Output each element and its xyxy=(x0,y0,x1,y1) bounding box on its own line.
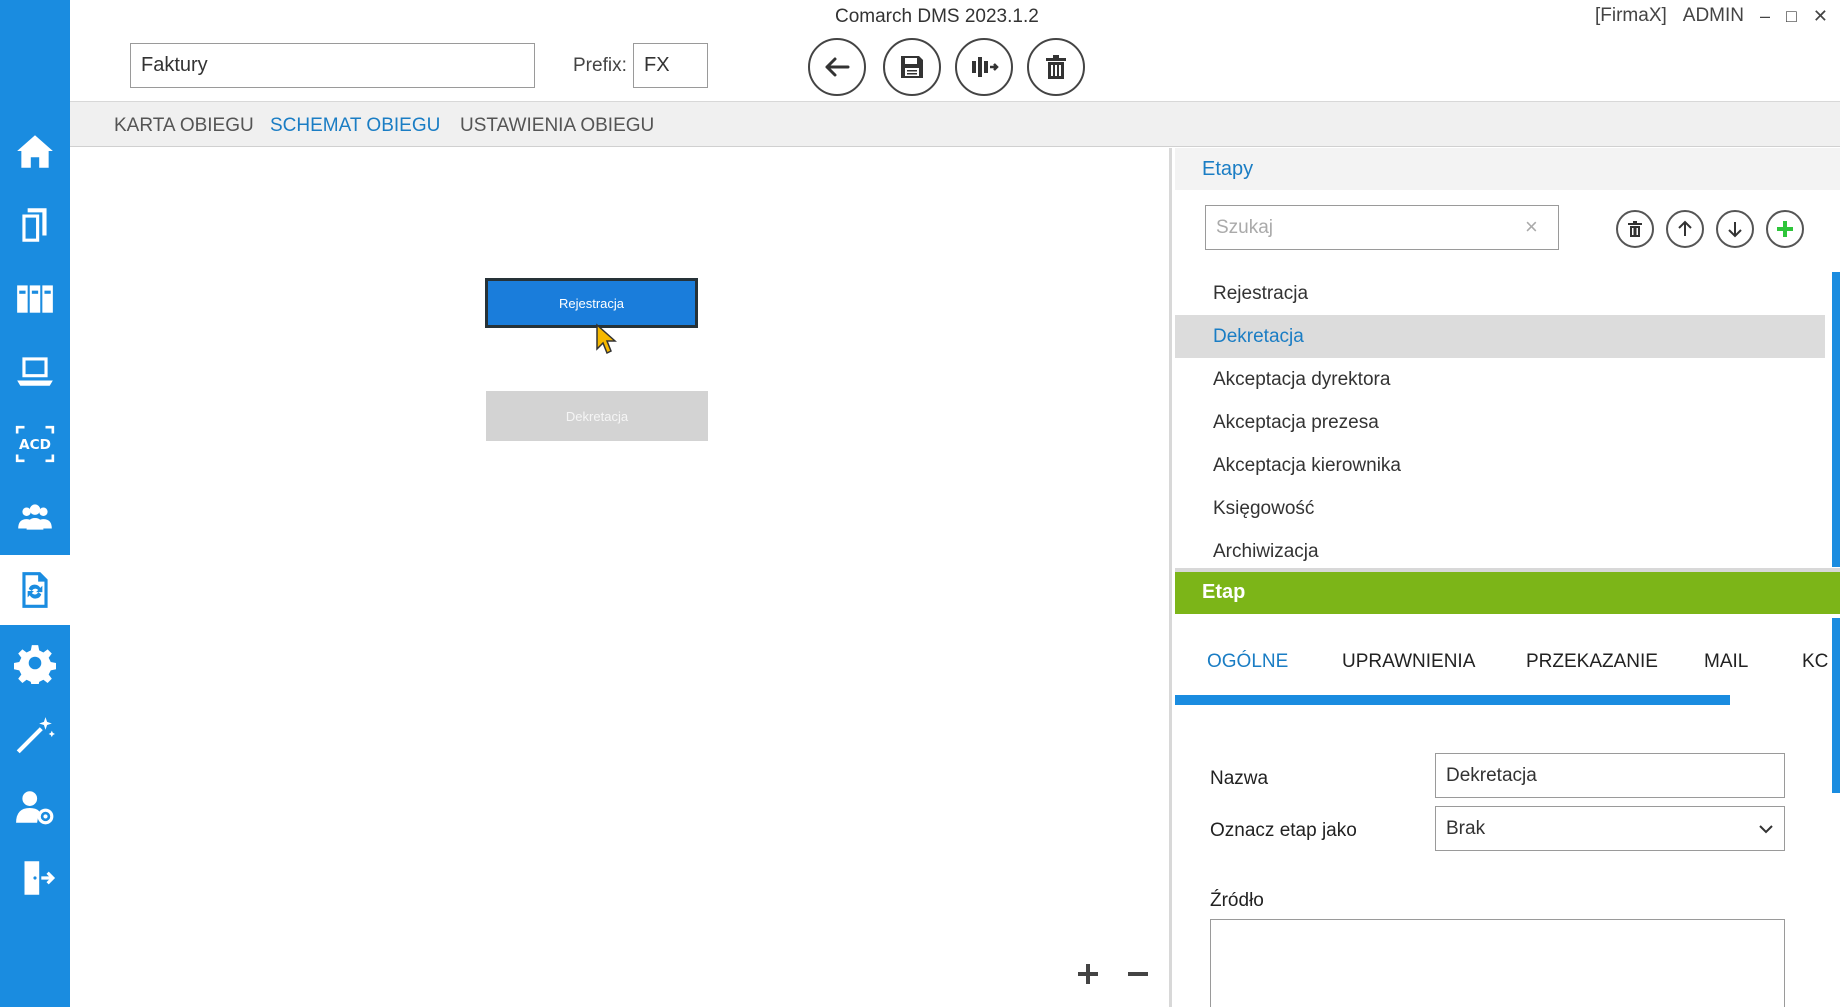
list-item[interactable]: Akceptacja kierownika xyxy=(1175,444,1825,487)
binders-icon xyxy=(17,285,53,313)
mark-stage-label: Oznacz etap jako xyxy=(1210,820,1357,841)
sidebar-item-users[interactable] xyxy=(0,482,70,552)
app-window: ACD Comarch DMS 2023.1.2 [FirmaX] ADMIN … xyxy=(0,0,1840,1007)
diagram-node-dekretacja[interactable]: Dekretacja xyxy=(486,391,708,441)
source-label: Źródło xyxy=(1210,890,1264,911)
stages-title: Etapy xyxy=(1202,158,1254,180)
move-down-button[interactable] xyxy=(1716,210,1754,248)
sidebar-item-documents[interactable] xyxy=(0,190,70,260)
sidebar-item-laptop[interactable] xyxy=(0,336,70,406)
sidebar: ACD xyxy=(0,0,70,1007)
back-button[interactable] xyxy=(808,38,866,96)
tab-schemat-obiegu[interactable]: SCHEMAT OBIEGU xyxy=(270,115,440,137)
window-title: Comarch DMS 2023.1.2 xyxy=(835,6,1039,27)
back-arrow-icon xyxy=(825,57,850,77)
tab-przekazanie[interactable]: PRZEKAZANIE xyxy=(1526,651,1658,673)
workflow-tabs: KARTA OBIEGU SCHEMAT OBIEGU USTAWIENIA O… xyxy=(70,101,1840,147)
mark-stage-select[interactable]: Brak xyxy=(1435,806,1785,851)
company-label[interactable]: [FirmaX] xyxy=(1595,5,1667,27)
tab-mail[interactable]: MAIL xyxy=(1704,651,1748,673)
list-item[interactable]: Księgowość xyxy=(1175,487,1825,530)
trash-icon xyxy=(1628,221,1642,237)
trash-icon xyxy=(1046,55,1066,79)
sidebar-item-user-settings[interactable] xyxy=(0,772,70,842)
list-item[interactable]: Rejestracja xyxy=(1175,272,1825,315)
prefix-label: Prefix: xyxy=(573,55,627,76)
stage-detail-header: Etap xyxy=(1175,572,1840,614)
list-item[interactable]: Dekretacja xyxy=(1175,315,1825,358)
source-textarea[interactable] xyxy=(1210,919,1785,1007)
diagram-node-rejestracja[interactable]: Rejestracja xyxy=(485,278,698,328)
close-button[interactable]: ✕ xyxy=(1813,6,1828,27)
arrow-up-icon xyxy=(1678,220,1692,236)
svg-text:ACD: ACD xyxy=(19,437,51,453)
sidebar-item-workflow[interactable] xyxy=(0,555,70,625)
sidebar-item-binders[interactable] xyxy=(0,263,70,333)
plus-icon xyxy=(1777,221,1793,237)
ocr-acd-icon: ACD xyxy=(15,425,55,463)
zoom-out-icon[interactable] xyxy=(1123,959,1153,989)
logout-door-icon xyxy=(24,861,56,895)
stages-header: Etapy xyxy=(1175,148,1840,190)
add-stage-button[interactable] xyxy=(1766,210,1804,248)
delete-button[interactable] xyxy=(1027,38,1085,96)
workflow-add-icon xyxy=(972,57,999,77)
window-controls: [FirmaX] ADMIN – □ ✕ xyxy=(1595,5,1828,27)
prefix-input[interactable] xyxy=(633,43,708,88)
sidebar-item-ocr[interactable]: ACD xyxy=(0,409,70,479)
minimize-button[interactable]: – xyxy=(1760,6,1770,27)
zoom-in-icon[interactable] xyxy=(1073,959,1103,989)
tab-uprawnienia[interactable]: UPRAWNIENIA xyxy=(1342,651,1475,673)
mouse-cursor-icon xyxy=(596,323,617,355)
user-label[interactable]: ADMIN xyxy=(1683,5,1744,27)
sidebar-item-wizard[interactable] xyxy=(0,700,70,770)
detail-scrollbar[interactable] xyxy=(1832,618,1840,793)
sidebar-item-logout[interactable] xyxy=(0,843,70,913)
mark-stage-value: Brak xyxy=(1446,817,1486,839)
magic-wand-icon xyxy=(16,717,55,754)
save-button[interactable] xyxy=(883,38,941,96)
name-label: Nazwa xyxy=(1210,768,1269,789)
list-item[interactable]: Akceptacja prezesa xyxy=(1175,401,1825,444)
arrow-down-icon xyxy=(1728,222,1742,238)
maximize-button[interactable]: □ xyxy=(1786,6,1797,27)
documents-icon xyxy=(22,208,47,242)
users-group-icon xyxy=(18,504,52,530)
stages-list: Rejestracja Dekretacja Akceptacja dyrekt… xyxy=(1175,272,1825,573)
sidebar-item-settings[interactable] xyxy=(0,628,70,698)
save-disk-icon xyxy=(901,56,923,78)
tab-ogolne[interactable]: OGÓLNE xyxy=(1207,651,1288,673)
laptop-icon xyxy=(17,357,53,386)
chevron-down-icon xyxy=(1759,824,1773,833)
search-clear-icon[interactable]: × xyxy=(1525,214,1538,240)
sidebar-item-home[interactable] xyxy=(0,117,70,187)
gear-icon xyxy=(14,645,56,684)
list-item[interactable]: Archiwizacja xyxy=(1175,530,1825,573)
tabs-scroll-indicator[interactable] xyxy=(1175,695,1730,705)
home-icon xyxy=(17,135,53,168)
tab-karta-obiegu[interactable]: KARTA OBIEGU xyxy=(114,115,254,137)
stage-detail-title: Etap xyxy=(1202,581,1246,603)
stage-search-input[interactable] xyxy=(1205,205,1559,250)
list-item[interactable]: Akceptacja dyrektora xyxy=(1175,358,1825,401)
tab-ustawienia-obiegu[interactable]: USTAWIENIA OBIEGU xyxy=(460,115,654,137)
workflow-name-input[interactable] xyxy=(130,43,535,88)
workflow-document-icon xyxy=(22,572,48,608)
stage-name-field[interactable] xyxy=(1435,753,1785,798)
workflow-add-button[interactable] xyxy=(955,38,1013,96)
workflow-diagram-canvas[interactable]: Rejestracja Dekretacja xyxy=(70,148,1172,1007)
delete-stage-button[interactable] xyxy=(1616,210,1654,248)
stages-panel: Etapy × Rejestracja Dekretacja Akceptacj… xyxy=(1175,148,1840,1007)
move-up-button[interactable] xyxy=(1666,210,1704,248)
stages-scrollbar[interactable] xyxy=(1832,272,1840,567)
user-settings-icon xyxy=(16,791,54,825)
